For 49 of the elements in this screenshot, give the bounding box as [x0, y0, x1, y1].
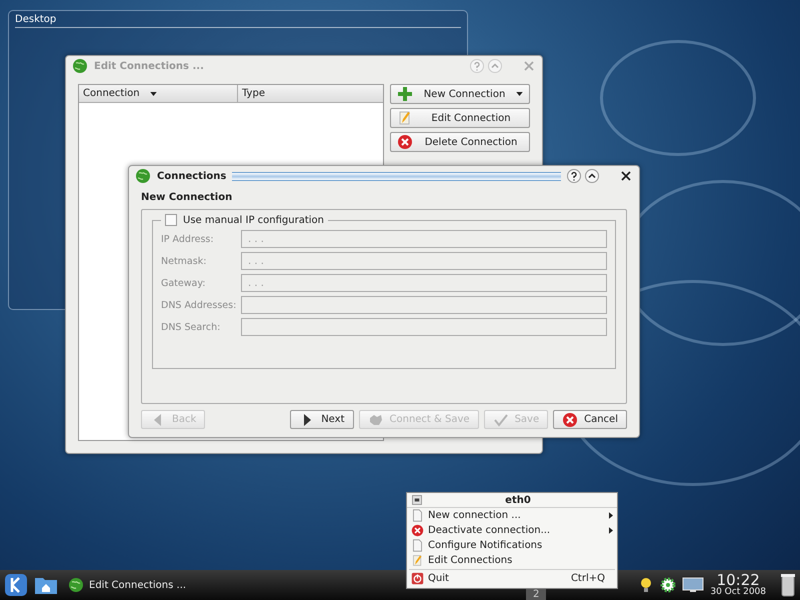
power-icon — [411, 572, 424, 585]
field-label: Gateway: — [161, 278, 206, 288]
globe-icon — [68, 577, 84, 593]
menu-item[interactable]: Deactivate connection... — [407, 523, 617, 538]
field-label: Netmask: — [161, 256, 208, 266]
k-menu-icon[interactable] — [4, 573, 28, 597]
taskbar-task[interactable]: Edit Connections ... — [64, 577, 190, 593]
trash-icon[interactable] — [780, 573, 796, 597]
pencil-icon — [411, 554, 424, 567]
action-button[interactable]: Delete Connection — [390, 132, 530, 152]
delete-icon — [411, 524, 424, 537]
dropdown-arrow-icon — [516, 92, 523, 96]
menu-title: eth0 — [504, 494, 532, 506]
desktop-pager[interactable]: 2 — [526, 589, 546, 600]
dialog-button[interactable]: Cancel — [553, 410, 627, 429]
field-label: IP Address: — [161, 234, 215, 244]
page-icon — [411, 539, 424, 552]
field-label: DNS Search: — [161, 322, 222, 332]
pencil-icon — [397, 110, 413, 126]
check-icon — [492, 412, 509, 428]
window-title: Connections — [157, 170, 226, 182]
shade-button[interactable] — [585, 169, 599, 183]
manual-ip-checkbox[interactable]: Use manual IP configuration — [165, 214, 324, 226]
submenu-arrow-icon — [609, 527, 613, 534]
column-header[interactable]: Type — [238, 85, 383, 102]
dialog-button[interactable]: Next — [290, 410, 354, 429]
action-button[interactable]: New Connection — [390, 84, 530, 104]
column-header[interactable]: Connection — [79, 85, 238, 102]
menu-item[interactable]: Edit Connections — [407, 553, 617, 568]
page-heading: New Connection — [141, 192, 234, 203]
field-label: DNS Addresses: — [161, 300, 238, 310]
globe-icon — [135, 168, 151, 184]
menu-item[interactable]: Quit Ctrl+Q — [407, 571, 617, 586]
plus-icon — [397, 86, 413, 102]
delete-icon — [397, 134, 413, 150]
action-button[interactable]: Edit Connection — [390, 108, 530, 128]
delete-icon — [562, 412, 578, 428]
window-title: Edit Connections ... — [94, 60, 204, 72]
widget-title: Desktop — [15, 14, 461, 28]
globe-icon — [72, 58, 88, 74]
submenu-arrow-icon — [609, 512, 613, 519]
menu-item[interactable]: Configure Notifications — [407, 538, 617, 553]
page-icon — [411, 509, 424, 522]
monitor-icon[interactable] — [682, 577, 704, 593]
menu-item[interactable]: New connection ... — [407, 508, 617, 523]
gear-icon[interactable] — [660, 577, 676, 593]
help-button[interactable] — [567, 169, 581, 183]
close-button[interactable] — [619, 169, 633, 183]
clock[interactable]: 10:22 30 Oct 2008 — [710, 573, 766, 597]
